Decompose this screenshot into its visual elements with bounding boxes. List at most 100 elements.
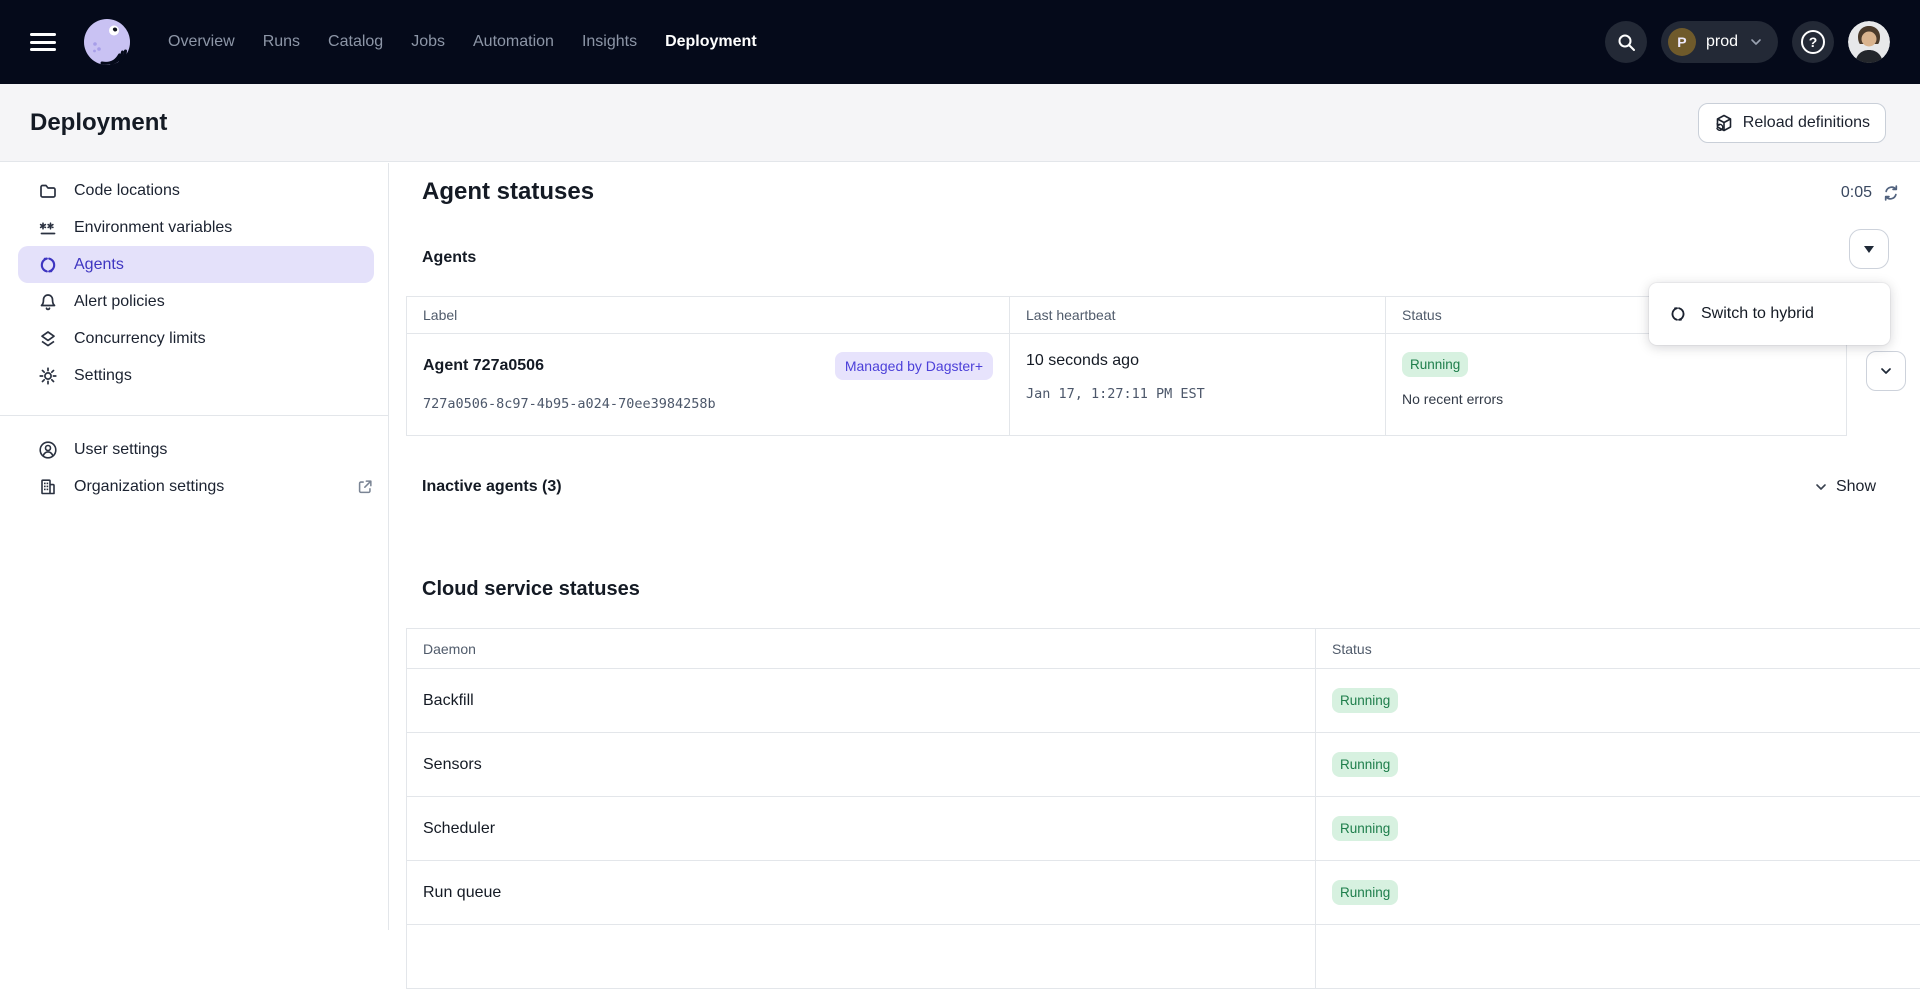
sidebar-item-alert-policies[interactable]: Alert policies — [0, 283, 388, 320]
cloud-table-header-row: Daemon Status — [407, 629, 1920, 669]
sidebar-item-settings[interactable]: Settings — [0, 357, 388, 394]
agent-statuses-title: Agent statuses — [422, 178, 594, 206]
gear-icon — [38, 366, 58, 386]
sidebar-label: User settings — [74, 441, 167, 459]
status-badge: Running — [1332, 880, 1398, 905]
refresh-icon[interactable] — [1882, 184, 1900, 202]
daemon-name: Run queue — [407, 861, 1316, 925]
inactive-agents-row: Inactive agents (3) Show — [422, 478, 1882, 496]
status-note: No recent errors — [1402, 391, 1830, 407]
chevron-down-icon — [1748, 34, 1764, 50]
cloud-services-table: Daemon Status Backfill Running Sensors R… — [406, 628, 1920, 989]
countdown-value: 0:05 — [1841, 184, 1872, 202]
nav-runs[interactable]: Runs — [263, 33, 300, 51]
external-link-icon — [356, 478, 374, 496]
agents-menu-button[interactable] — [1849, 229, 1889, 269]
deployment-sidebar: Code locations Environment variables Age… — [0, 163, 389, 930]
agent-row: Agent 727a0506 Managed by Dagster+ 727a0… — [407, 334, 1847, 436]
agent-icon — [38, 255, 58, 275]
layers-icon — [38, 329, 58, 349]
daemon-name: Backfill — [407, 669, 1316, 733]
sidebar-label: Settings — [74, 367, 132, 385]
sidebar-label: Environment variables — [74, 219, 232, 237]
col-label: Label — [407, 297, 1010, 334]
env-vars-icon — [38, 218, 58, 238]
agents-dropdown-menu: Switch to hybrid — [1649, 283, 1890, 345]
top-nav: Overview Runs Catalog Jobs Automation In… — [0, 0, 1920, 84]
agents-section-heading: Agents — [422, 249, 476, 267]
show-label: Show — [1836, 478, 1876, 496]
agent-icon — [1669, 305, 1687, 323]
status-badge: Running — [1332, 688, 1398, 713]
main-content: Agent statuses 0:05 Agents Label Last he… — [390, 162, 1920, 930]
daemon-row: Run queue Running — [407, 861, 1920, 925]
nav-right-cluster: P prod ? — [1605, 21, 1890, 63]
sidebar-label: Agents — [74, 256, 124, 274]
col-last-heartbeat: Last heartbeat — [1010, 297, 1386, 334]
sidebar-label: Concurrency limits — [74, 330, 206, 348]
search-icon — [1616, 32, 1636, 52]
menu-item-label: Switch to hybrid — [1701, 305, 1814, 323]
menu-icon[interactable] — [30, 33, 56, 51]
deployment-switcher[interactable]: P prod — [1661, 21, 1778, 63]
nav-automation[interactable]: Automation — [473, 33, 554, 51]
nav-deployment[interactable]: Deployment — [665, 33, 757, 51]
agent-id: 727a0506-8c97-4b95-a024-70ee3984258b — [423, 396, 993, 412]
show-inactive-toggle[interactable]: Show — [1813, 478, 1876, 496]
agent-label-cell: Agent 727a0506 Managed by Dagster+ 727a0… — [407, 334, 1010, 436]
daemon-name: Sensors — [407, 733, 1316, 797]
col-daemon-status: Status — [1316, 629, 1920, 669]
nav-catalog[interactable]: Catalog — [328, 33, 383, 51]
agents-table-header-row: Label Last heartbeat Status — [407, 297, 1847, 334]
search-button[interactable] — [1605, 21, 1647, 63]
nav-jobs[interactable]: Jobs — [411, 33, 445, 51]
sidebar-label: Alert policies — [74, 293, 165, 311]
cloud-service-statuses-title: Cloud service statuses — [422, 578, 640, 601]
folder-icon — [38, 181, 58, 201]
chevron-down-icon — [1813, 479, 1829, 495]
daemon-row: Scheduler Running — [407, 797, 1920, 861]
sidebar-divider — [0, 415, 388, 416]
menu-item-switch-to-hybrid[interactable]: Switch to hybrid — [1649, 289, 1890, 339]
chevron-down-icon — [1878, 363, 1894, 379]
sidebar-label: Code locations — [74, 182, 180, 200]
deployment-avatar: P — [1668, 28, 1696, 56]
nav-insights[interactable]: Insights — [582, 33, 637, 51]
user-avatar[interactable] — [1848, 21, 1890, 63]
daemon-row: Sensors Running — [407, 733, 1920, 797]
sidebar-label: Organization settings — [74, 478, 224, 496]
reload-definitions-icon — [1714, 113, 1734, 133]
managed-badge: Managed by Dagster+ — [835, 352, 993, 380]
agent-row-actions-button[interactable] — [1866, 351, 1906, 391]
caret-down-icon — [1864, 246, 1874, 253]
agent-status-cell: Running No recent errors — [1386, 334, 1847, 436]
nav-overview[interactable]: Overview — [168, 33, 235, 51]
sidebar-item-concurrency-limits[interactable]: Concurrency limits — [0, 320, 388, 357]
status-badge: Running — [1402, 352, 1468, 377]
dagster-logo[interactable] — [82, 17, 132, 67]
help-icon: ? — [1801, 30, 1825, 54]
inactive-agents-heading: Inactive agents (3) — [422, 478, 562, 496]
page-title: Deployment — [30, 109, 167, 137]
reload-definitions-label: Reload definitions — [1743, 114, 1870, 132]
daemon-name: Scheduler — [407, 797, 1316, 861]
status-badge: Running — [1332, 816, 1398, 841]
sidebar-item-agents[interactable]: Agents — [18, 246, 374, 283]
daemon-row-partial — [407, 925, 1920, 989]
sidebar-item-organization-settings[interactable]: Organization settings — [0, 468, 388, 505]
deployment-name: prod — [1706, 33, 1738, 51]
help-button[interactable]: ? — [1792, 21, 1834, 63]
status-badge: Running — [1332, 752, 1398, 777]
agent-name: Agent 727a0506 — [423, 357, 544, 375]
agent-heartbeat-cell: 10 seconds ago Jan 17, 1:27:11 PM EST — [1010, 334, 1386, 436]
col-daemon: Daemon — [407, 629, 1316, 669]
sidebar-item-user-settings[interactable]: User settings — [0, 431, 388, 468]
building-icon — [38, 477, 58, 497]
sidebar-item-code-locations[interactable]: Code locations — [0, 172, 388, 209]
sidebar-item-environment-variables[interactable]: Environment variables — [0, 209, 388, 246]
heartbeat-absolute: Jan 17, 1:27:11 PM EST — [1026, 386, 1369, 402]
user-circle-icon — [38, 440, 58, 460]
reload-definitions-button[interactable]: Reload definitions — [1698, 103, 1886, 143]
bell-icon — [38, 292, 58, 312]
heartbeat-relative: 10 seconds ago — [1026, 352, 1369, 370]
